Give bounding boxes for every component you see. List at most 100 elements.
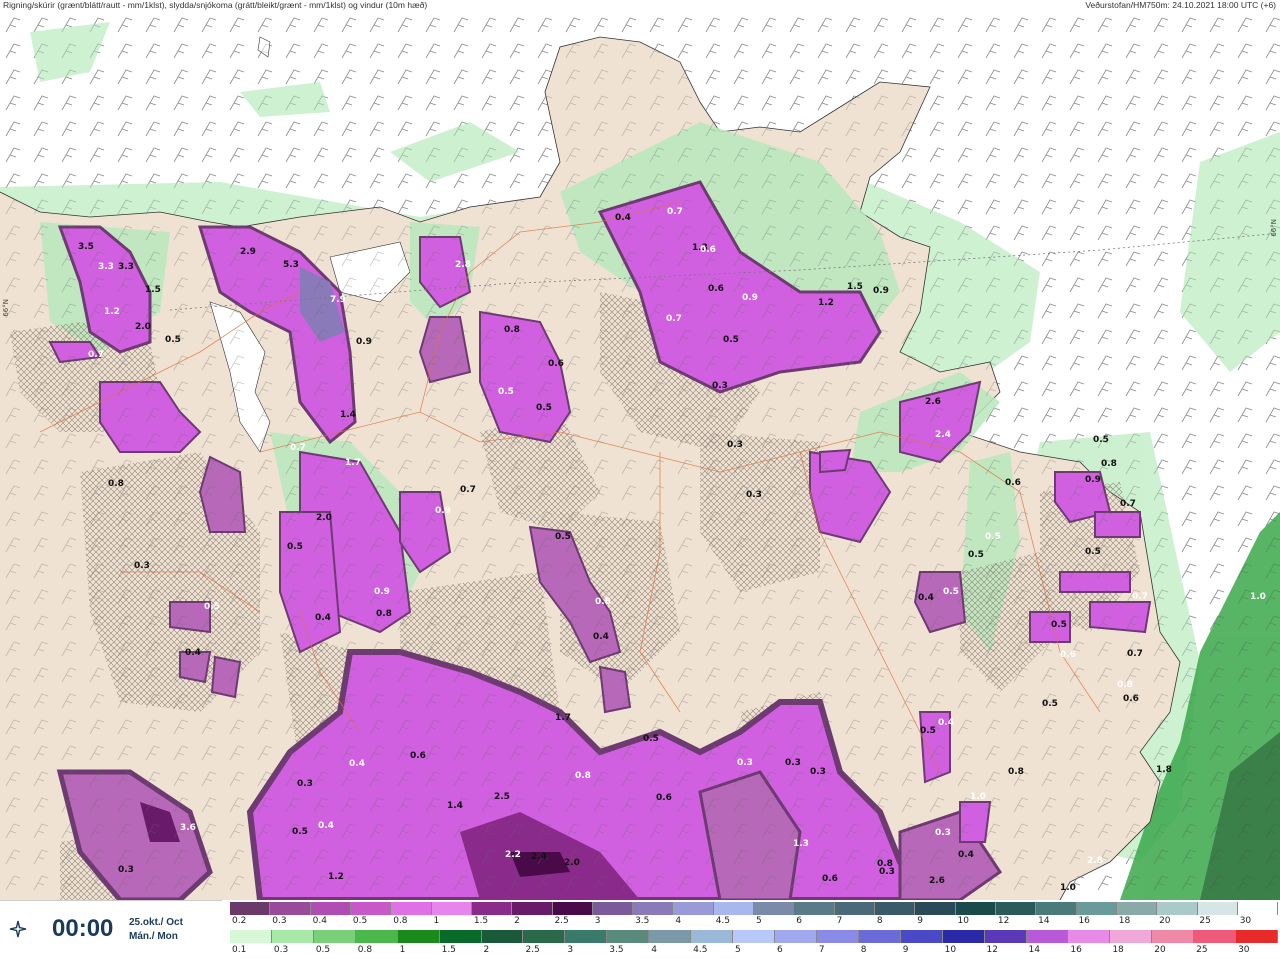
precip-value-label: 0.5 [536,403,552,413]
rain-scale-swatch [1194,930,1237,943]
precip-value-label: 0.4 [918,593,934,603]
rain-scale-swatch [1110,930,1153,943]
precip-value-label: 1.4 [447,801,463,811]
precip-value-label: 0.5 [643,734,659,744]
precip-value-label: 1.2 [818,298,834,308]
forecast-weekday: Mán./ Mon [129,931,178,942]
rain-scale-label: 12 [986,945,998,955]
forecast-time: 00:00 [52,915,114,942]
rain-scale-label: 20 [1154,945,1166,955]
precip-value-label: 1.5 [145,285,161,295]
snow-scale-label: 3.5 [635,916,650,926]
rain-scale-label: 16 [1070,945,1082,955]
snow-scale-swatch [633,902,674,915]
legend-footer: 00:00 25.okt./ Oct Mán./ Mon 0.2 0.3 0.4 0.… [0,900,1280,959]
precip-value-label: 2.0 [135,322,151,332]
precip-value-label: 0.5 [1042,699,1058,709]
precip-value-label: 0.7 [1132,592,1148,602]
snow-scale-label: 25 [1199,916,1211,926]
precip-value-label: 0.6 [548,359,564,369]
snow-scale-label: 1 [433,916,440,926]
precip-value-label: 0.8 [575,771,591,781]
rain-scale-swatch [523,930,566,943]
rain-scale-swatch [816,930,859,943]
precip-value-label: 0.9 [873,286,889,296]
snow-scale-label: 0.4 [312,916,327,926]
precip-value-label: 2.5 [494,792,510,802]
precip-value-label: 2.4 [531,852,547,862]
rain-scale-swatch [313,930,356,943]
precip-value-label: 0.8 [504,325,520,335]
rain-scale-swatch [1236,930,1279,943]
snow-scale-swatch [955,902,996,915]
snow-scale-labels: 0.2 0.3 0.4 0.5 0.8 1 1.5 2 2.5 3 3.5 4 4.5 5 6 7 8 9 10 12… [230,916,1278,926]
sparkle-icon[interactable] [8,919,28,939]
rain-scale-swatch [565,930,608,943]
precip-value-label: 0.4 [593,632,609,642]
rain-scale-swatch [1026,930,1069,943]
precip-value-label: 0.5 [287,542,303,552]
precip-value-label: 0.5 [985,532,1001,542]
precip-value-label: 3.6 [180,823,196,833]
snow-scale-label: 0.5 [352,916,368,926]
wind-barbs-land [0,12,1280,900]
snow-scale-label: 0.8 [393,916,408,926]
snow-scale-swatch [1116,902,1158,915]
precip-value-label: 1.0 [1060,883,1076,893]
rain-scale-label: 1 [399,945,406,955]
precip-value-label: 0.7 [460,485,476,495]
snow-scale-swatch [391,902,432,915]
rain-scale-label: 4.5 [693,945,708,955]
rain-scale-label: 1.5 [441,945,456,955]
precip-value-label: 1.2 [328,872,344,882]
rain-scale-label: 0.8 [357,945,373,955]
precip-value-label: 0.5 [1093,435,1109,445]
rain-scale-label: 0.5 [315,945,331,955]
precip-value-label: 0.9 [374,587,390,597]
snow-scale-swatch [1237,902,1279,915]
precip-value-label: 0.8 [376,609,392,619]
precip-value-label: 0.3 [879,867,895,877]
precip-value-label: 0.6 [708,284,724,294]
forecast-date: 25.okt./ Oct [129,917,183,928]
precip-value-label: 0.3 [118,865,134,875]
snow-scale-label: 12 [997,916,1010,926]
precip-value-label: 0.6 [656,793,672,803]
rain-scale-label: 14 [1028,945,1040,955]
precip-value-label: 0.3 [746,490,762,500]
time-panel: 00:00 25.okt./ Oct Mán./ Mon [0,900,222,959]
rain-scale-label: 0.3 [273,945,289,955]
snow-scale-swatch [230,902,271,915]
precip-value-label: 3.3 [98,262,114,272]
rain-color-scale [230,930,1279,943]
precip-value-label: 1.0 [970,792,986,802]
precip-value-label: 1.8 [1156,765,1172,775]
precip-value-label: 0.7 [1127,649,1143,659]
precip-value-label: 0.3 [727,440,743,450]
precip-value-label: 1.3 [793,839,809,849]
precip-value-label: 0.3 [935,828,951,838]
lat-label-right: 66°N [1270,219,1278,237]
precip-value-label: 0.3 [712,381,728,391]
snow-scale-label: 0.3 [272,916,287,926]
rain-scale-swatch [649,930,692,943]
rain-scale-label: 9 [902,945,909,955]
rain-scale-swatch [942,930,985,943]
precip-value-label: 0.7 [88,350,104,360]
precip-value-label: 2.8 [1087,856,1103,866]
precip-value-label: 0.9 [356,337,372,347]
snow-scale-label: 6 [796,916,803,926]
rain-scale-swatch [439,930,482,943]
precip-value-label: 0.4 [185,648,201,658]
rain-scale-swatch [691,930,734,943]
precip-value-label: 0.4 [318,821,334,831]
weather-map[interactable]: 3.5 3.3 3.3 1.5 1.2 2.0 0.5 0.7 2.9 5.3 7.9 1.4 0.9 2… [0,12,1280,903]
lat-label-left: 66°N [2,299,10,317]
rain-scale-label: 7 [818,945,825,955]
rain-scale-swatch [607,930,650,943]
rain-scale-label: 0.1 [232,945,247,955]
precip-value-label: 0.3 [134,561,150,571]
precip-value-label: 0.5 [292,827,308,837]
precip-value-label: 0.6 [595,597,611,607]
header-bar: Rigning/skúrir (grænt/blátt/rautt - mm/1… [0,0,1280,12]
